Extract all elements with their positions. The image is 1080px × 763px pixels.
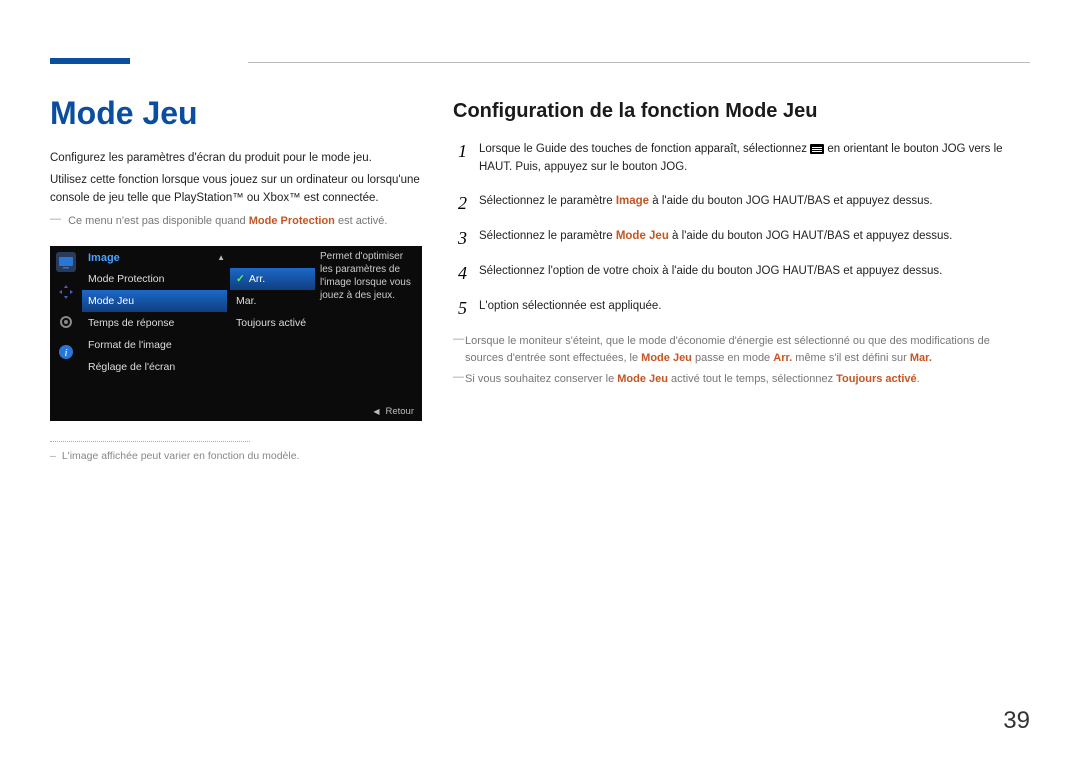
step-text: L'option sélectionnée est appliquée. bbox=[479, 298, 1030, 316]
image-footnote: L'image affichée peut varier en fonction… bbox=[50, 450, 425, 462]
check-icon: ✓ bbox=[236, 273, 245, 285]
intro-paragraph-2: Utilisez cette fonction lorsque vous jou… bbox=[50, 172, 425, 208]
osd-header-label: Image bbox=[88, 252, 120, 264]
step-highlight: Mode Jeu bbox=[616, 230, 669, 242]
note-post: est activé. bbox=[335, 215, 388, 227]
note-mode-protection: Ce menu n'est pas disponible quand Mode … bbox=[50, 213, 425, 230]
osd-screenshot: i Image ▲ Mode Protection Mode Jeu Temps… bbox=[50, 246, 422, 421]
step-2: 2 Sélectionnez le paramètre Image à l'ai… bbox=[453, 193, 1030, 212]
step-pre: Sélectionnez le paramètre bbox=[479, 195, 616, 207]
header-rule bbox=[248, 62, 1030, 63]
osd-return-label: Retour bbox=[385, 406, 414, 417]
step-text: Lorsque le Guide des touches de fonction… bbox=[479, 141, 1030, 177]
config-title: Configuration de la fonction Mode Jeu bbox=[453, 100, 1030, 123]
chevron-up-icon: ▲ bbox=[217, 253, 225, 262]
osd-item-mode-protection: Mode Protection bbox=[82, 268, 227, 290]
svg-text:i: i bbox=[64, 347, 67, 359]
step-3: 3 Sélectionnez le paramètre Mode Jeu à l… bbox=[453, 228, 1030, 247]
step-number: 3 bbox=[453, 228, 467, 247]
left-column: Mode Jeu Configurez les paramètres d'écr… bbox=[50, 95, 425, 462]
header-accent-bar bbox=[50, 58, 130, 64]
note-hl: Toujours activé bbox=[836, 373, 916, 385]
step-number: 2 bbox=[453, 193, 467, 212]
step-4: 4 Sélectionnez l'option de votre choix à… bbox=[453, 263, 1030, 282]
note-power-off: Lorsque le moniteur s'éteint, que le mod… bbox=[453, 333, 1030, 367]
osd-sidebar: i bbox=[54, 250, 78, 364]
osd-item-reglage-ecran: Réglage de l'écran bbox=[82, 356, 227, 378]
osd-menu-column: Image ▲ Mode Protection Mode Jeu Temps d… bbox=[82, 248, 227, 378]
step-pre: Sélectionnez le paramètre bbox=[479, 230, 616, 242]
step-highlight: Image bbox=[616, 195, 649, 207]
page-content: Mode Jeu Configurez les paramètres d'écr… bbox=[50, 95, 1030, 462]
osd-option-toujours: Toujours activé bbox=[230, 312, 315, 334]
note-hl: Mar. bbox=[910, 352, 932, 364]
info-icon: i bbox=[56, 342, 76, 362]
note-highlight: Mode Protection bbox=[249, 215, 335, 227]
osd-item-mode-jeu: Mode Jeu bbox=[82, 290, 227, 312]
step-5: 5 L'option sélectionnée est appliquée. bbox=[453, 298, 1030, 317]
note-post: . bbox=[917, 373, 920, 385]
osd-options-column: ✓ Arr. Mar. Toujours activé bbox=[230, 268, 315, 334]
step-number: 5 bbox=[453, 298, 467, 317]
note-mid2: même s'il est défini sur bbox=[792, 352, 910, 364]
note-hl: Arr. bbox=[773, 352, 792, 364]
step-text: Sélectionnez l'option de votre choix à l… bbox=[479, 263, 1030, 281]
right-column: Configuration de la fonction Mode Jeu 1 … bbox=[453, 95, 1030, 462]
step-text: Sélectionnez le paramètre Image à l'aide… bbox=[479, 193, 1030, 211]
step-post: à l'aide du bouton JOG HAUT/BAS et appuy… bbox=[669, 230, 952, 242]
chevron-left-icon: ◀ bbox=[373, 407, 379, 416]
step-number: 4 bbox=[453, 263, 467, 282]
monitor-icon bbox=[56, 252, 76, 272]
osd-option-label: Arr. bbox=[249, 273, 265, 285]
osd-menu-header: Image ▲ bbox=[82, 248, 227, 268]
osd-item-temps-reponse: Temps de réponse bbox=[82, 312, 227, 334]
note-mid: passe en mode bbox=[692, 352, 773, 364]
step-number: 1 bbox=[453, 141, 467, 160]
step-1: 1 Lorsque le Guide des touches de foncti… bbox=[453, 141, 1030, 177]
steps-list: 1 Lorsque le Guide des touches de foncti… bbox=[453, 141, 1030, 317]
footnote-divider bbox=[50, 441, 250, 442]
note-pre: Ce menu n'est pas disponible quand bbox=[68, 215, 249, 227]
osd-option-mar: Mar. bbox=[230, 290, 315, 312]
section-title: Mode Jeu bbox=[50, 95, 425, 132]
note-hl: Mode Jeu bbox=[617, 373, 668, 385]
step-post: à l'aide du bouton JOG HAUT/BAS et appuy… bbox=[649, 195, 932, 207]
note-hl: Mode Jeu bbox=[641, 352, 692, 364]
note-always-on: Si vous souhaitez conserver le Mode Jeu … bbox=[453, 371, 1030, 388]
osd-option-arr: ✓ Arr. bbox=[230, 268, 315, 290]
menu-icon bbox=[810, 144, 824, 154]
note-pre: Si vous souhaitez conserver le bbox=[465, 373, 617, 385]
page-number: 39 bbox=[1003, 707, 1030, 735]
gear-icon bbox=[56, 312, 76, 332]
osd-description: Permet d'optimiser les paramètres de l'i… bbox=[320, 250, 416, 302]
note-mid: activé tout le temps, sélectionnez bbox=[668, 373, 836, 385]
step-text: Sélectionnez le paramètre Mode Jeu à l'a… bbox=[479, 228, 1030, 246]
intro-paragraph-1: Configurez les paramètres d'écran du pro… bbox=[50, 150, 425, 168]
osd-footer: ◀ Retour bbox=[373, 406, 414, 417]
osd-item-format-image: Format de l'image bbox=[82, 334, 227, 356]
arrows-icon bbox=[56, 282, 76, 302]
step-pre: Lorsque le Guide des touches de fonction… bbox=[479, 143, 810, 155]
